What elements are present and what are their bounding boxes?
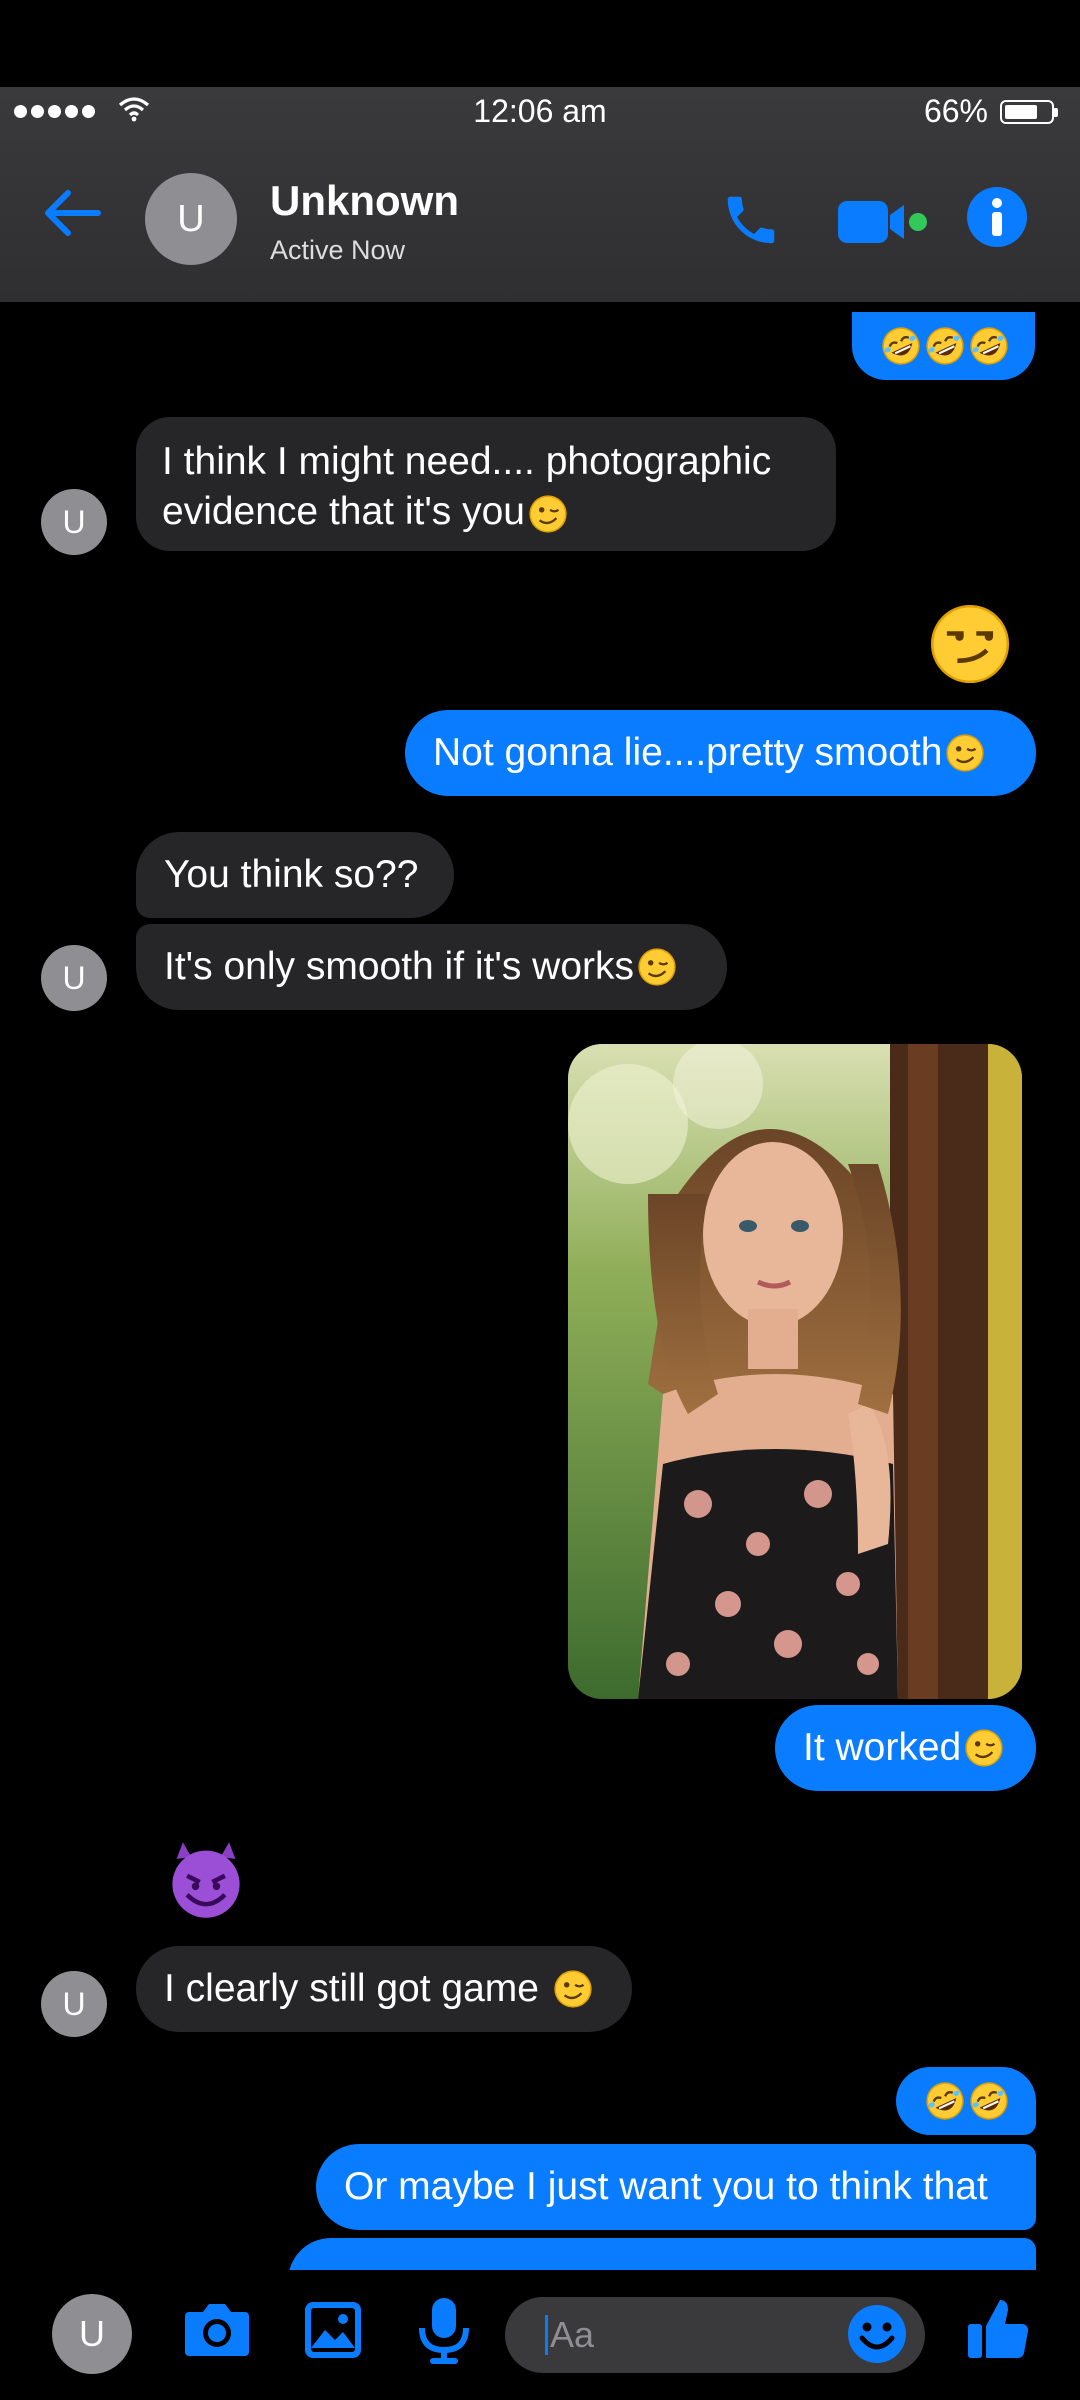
contact-active-status: Active Now bbox=[270, 235, 406, 265]
outgoing-message[interactable]: Not gonna lie....pretty smooth bbox=[405, 710, 1036, 796]
sender-avatar-initial: U bbox=[62, 1985, 86, 2022]
conversation-header: 12:06 am 66% U Unknown Active Now bbox=[0, 87, 1080, 302]
rofl-emoji-icon bbox=[968, 2080, 1010, 2122]
emoji-icon[interactable] bbox=[846, 2303, 908, 2365]
incoming-message[interactable]: I think I might need.... photographic ev… bbox=[136, 417, 836, 551]
sender-avatar-initial: U bbox=[62, 503, 86, 540]
microphone-icon[interactable] bbox=[416, 2296, 472, 2366]
wink-emoji-icon bbox=[552, 1968, 594, 2010]
wink-emoji-icon bbox=[527, 493, 569, 535]
back-arrow-icon[interactable] bbox=[42, 187, 102, 239]
message-text: Not gonna lie....pretty smooth bbox=[433, 731, 943, 774]
photo-image bbox=[568, 1044, 1022, 1699]
composer-avatar[interactable]: U bbox=[52, 2294, 132, 2374]
message-text: evidence that it's you bbox=[162, 490, 525, 533]
rofl-emoji-icon bbox=[968, 325, 1010, 367]
wink-emoji-icon bbox=[963, 1727, 1005, 1769]
video-camera-icon[interactable] bbox=[838, 199, 930, 245]
status-bar: 12:06 am 66% bbox=[0, 87, 1080, 139]
status-time: 12:06 am bbox=[473, 93, 607, 129]
wink-emoji-icon bbox=[636, 946, 678, 988]
outgoing-message[interactable] bbox=[896, 2067, 1036, 2135]
message-input-placeholder: Aa bbox=[550, 2314, 595, 2355]
outgoing-message[interactable]: It worked bbox=[775, 1705, 1036, 1791]
wink-emoji-icon bbox=[944, 732, 986, 774]
contact-avatar[interactable]: U bbox=[145, 173, 237, 265]
sender-avatar[interactable]: U bbox=[41, 489, 107, 555]
composer-avatar-initial: U bbox=[79, 2313, 105, 2354]
message-thread[interactable]: I think I might need.... photographic ev… bbox=[0, 302, 1080, 2270]
photo-attachment[interactable] bbox=[568, 1044, 1022, 1699]
message-text: It's only smooth if it's works bbox=[164, 945, 635, 988]
gallery-icon[interactable] bbox=[303, 2300, 363, 2360]
message-text: You think so?? bbox=[164, 853, 419, 896]
message-text: I clearly still got game bbox=[164, 1967, 550, 2010]
text-caret bbox=[545, 2315, 548, 2355]
incoming-message[interactable]: It's only smooth if it's works bbox=[136, 924, 727, 1010]
message-text: Or maybe I just want you to think that bbox=[344, 2165, 988, 2208]
outgoing-message[interactable] bbox=[852, 312, 1035, 380]
info-icon[interactable] bbox=[966, 186, 1028, 248]
sender-avatar[interactable]: U bbox=[41, 945, 107, 1011]
contact-avatar-initial: U bbox=[177, 197, 205, 240]
message-text-line: I think I might need.... photographic bbox=[162, 440, 772, 483]
thumbs-up-icon[interactable] bbox=[966, 2296, 1030, 2360]
smirk-emoji-icon[interactable] bbox=[928, 602, 1012, 686]
battery-icon bbox=[1000, 100, 1058, 124]
sender-avatar[interactable]: U bbox=[41, 1971, 107, 2037]
rofl-emoji-icon bbox=[880, 325, 922, 367]
message-text: It worked bbox=[803, 1726, 962, 1769]
rofl-emoji-icon bbox=[924, 2080, 966, 2122]
battery-percentage: 66% bbox=[923, 93, 988, 129]
sender-avatar-initial: U bbox=[62, 959, 86, 996]
incoming-message[interactable]: I clearly still got game bbox=[136, 1946, 632, 2032]
camera-icon[interactable] bbox=[183, 2300, 251, 2358]
outgoing-message-partial[interactable] bbox=[288, 2238, 1036, 2270]
message-composer: U Aa bbox=[0, 2270, 1080, 2400]
rofl-emoji-icon bbox=[924, 325, 966, 367]
phone-icon[interactable] bbox=[720, 189, 782, 251]
incoming-message[interactable]: You think so?? bbox=[136, 832, 454, 918]
contact-name[interactable]: Unknown bbox=[270, 177, 459, 225]
top-bezel bbox=[0, 0, 1080, 87]
outgoing-message[interactable]: Or maybe I just want you to think that bbox=[316, 2144, 1036, 2230]
smiling-devil-emoji-icon[interactable] bbox=[164, 1838, 248, 1922]
message-text-line: evidence that it's you bbox=[162, 487, 810, 537]
